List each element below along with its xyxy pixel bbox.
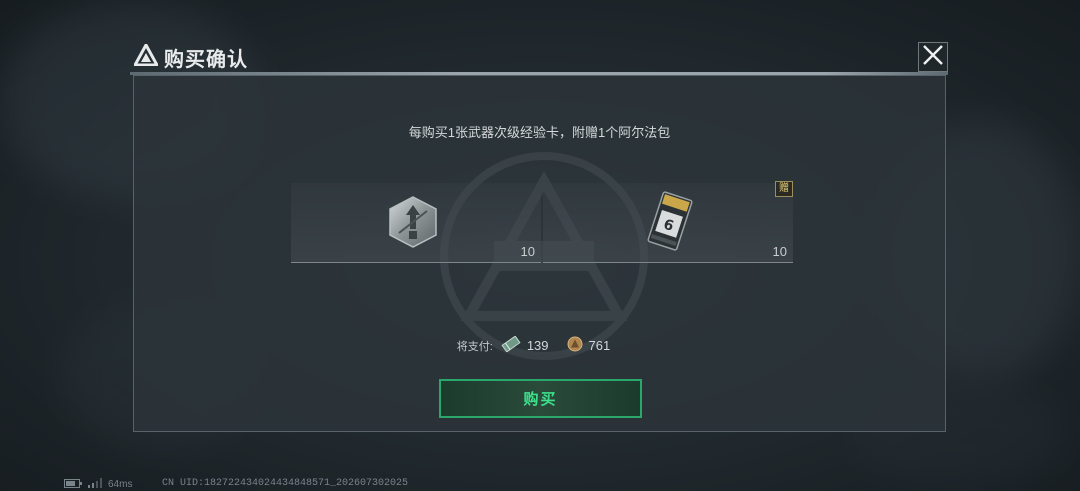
promo-description: 每购买1张武器次级经验卡，附赠1个阿尔法包: [408, 125, 671, 140]
dialog-title: 购买确认: [164, 48, 248, 71]
user-uid: CN UID:182722434024434848571_20260730202…: [162, 478, 409, 489]
dialog-header: 购买确认: [130, 41, 948, 75]
item-slot-alpha-pack[interactable]: 6 赠 10: [543, 181, 793, 263]
weapon-xp-card-icon: [387, 195, 439, 254]
alpha-pack-icon: 6: [641, 189, 699, 258]
item-count: 10: [520, 244, 535, 259]
close-button[interactable]: [918, 42, 948, 72]
item-slot-weapon-xp-card[interactable]: 10: [291, 183, 541, 263]
payment-value-coin: 761: [588, 338, 611, 353]
close-icon: [922, 44, 944, 71]
gift-badge: 赠: [775, 181, 793, 197]
game-screen: 购买确认 每购买1张武器次级经验卡，附赠1个阿尔法包 10 6 赠 10 将支付…: [0, 0, 1080, 491]
ticket-icon: [501, 335, 521, 355]
payment-label: 将支付:: [456, 340, 493, 353]
battery-icon: [64, 478, 82, 491]
buy-button-label: 购买: [523, 391, 558, 408]
dialog-panel: 每购买1张武器次级经验卡，附赠1个阿尔法包 10 6 赠 10 将支付: 139…: [133, 75, 946, 432]
payment-summary: 将支付: 139 761: [134, 335, 945, 355]
item-count: 10: [772, 244, 787, 259]
signal-icon: [88, 478, 102, 491]
payment-value-ticket: 139: [526, 338, 549, 353]
buy-button[interactable]: 购买: [439, 379, 642, 418]
delta-logo-icon: [132, 41, 160, 71]
dialog-title-group: 购买确认: [132, 41, 248, 71]
coin-icon: [567, 336, 583, 355]
ping-value: 64ms: [108, 479, 133, 490]
status-bar: 64ms: [64, 478, 132, 491]
